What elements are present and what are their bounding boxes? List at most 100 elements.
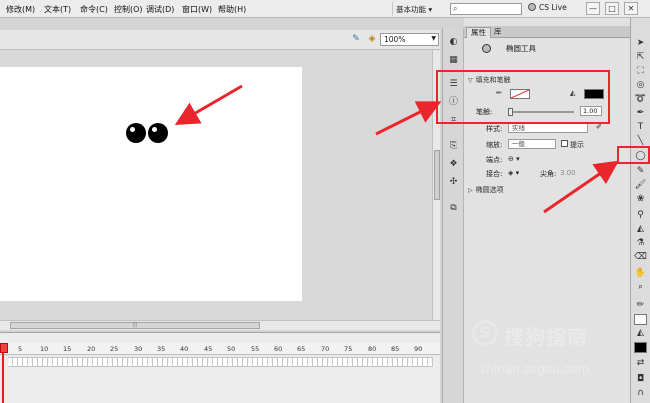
frame-number: 80 xyxy=(368,345,377,353)
fill-color-icon[interactable]: ◭ xyxy=(634,328,647,339)
cs-live-button[interactable]: CS Live xyxy=(528,3,567,12)
object-drawing-icon[interactable]: ◘ xyxy=(634,374,647,385)
maximize-button[interactable]: □ xyxy=(605,2,619,15)
timeline-ruler[interactable]: 1 5 10 15 20 25 30 35 40 45 50 55 60 65 … xyxy=(0,343,440,355)
horizontal-scroll-thumb[interactable]: ||| xyxy=(10,322,260,329)
cap-label: 端点: xyxy=(486,156,503,164)
bone-tool-icon[interactable]: ⚲ xyxy=(634,210,647,221)
frame-number: 25 xyxy=(110,345,119,353)
vertical-scroll-thumb[interactable] xyxy=(434,150,440,200)
free-transform-tool-icon[interactable]: ⛶ xyxy=(634,66,647,77)
tool-name: 椭圆工具 xyxy=(506,44,536,53)
edit-symbol-icon[interactable]: ◈ xyxy=(366,33,378,45)
lasso-tool-icon[interactable]: ➰ xyxy=(634,94,647,105)
frame-number: 45 xyxy=(204,345,213,353)
ellipse-options-section-header[interactable]: ▷ 椭圆选项 xyxy=(464,185,630,195)
edit-scene-icon[interactable]: ✎ xyxy=(350,33,362,45)
frame-number: 65 xyxy=(297,345,306,353)
chevron-down-icon: ▼ xyxy=(431,35,436,42)
tools-panel: ➤ ⇱ ⛶ ◎ ➰ ✒ T ╲ ◯ ✎ 🖌 ❀ ⚲ ◭ ⚗ ⌫ ✋ ⌕ ✏ ◭ … xyxy=(630,18,650,403)
menu-commands[interactable]: 命令(C) xyxy=(80,4,108,15)
search-input[interactable]: ⌕ xyxy=(450,3,522,15)
menu-control[interactable]: 控制(O) xyxy=(114,4,143,15)
right-eye-shape[interactable] xyxy=(148,123,168,143)
zoom-tool-icon[interactable]: ⌕ xyxy=(634,282,647,293)
join-select[interactable]: ◈ ▾ xyxy=(508,169,519,177)
frame-number: 30 xyxy=(134,345,143,353)
scale-select[interactable]: 一般 xyxy=(508,139,556,149)
scale-label: 缩放: xyxy=(486,141,503,149)
ellipse-tool-icon xyxy=(482,44,491,53)
tab-properties[interactable]: 属性 xyxy=(466,27,491,38)
watermark-text: 搜狗指南 xyxy=(504,325,588,349)
swap-colors-icon[interactable]: ⇄ xyxy=(634,358,647,369)
miter-label: 尖角: xyxy=(540,170,557,178)
hand-tool-icon[interactable]: ✋ xyxy=(634,268,647,279)
left-eye-shape[interactable] xyxy=(126,123,146,143)
menu-help[interactable]: 帮助(H) xyxy=(218,4,246,15)
hint-checkbox[interactable] xyxy=(561,140,568,147)
stage-canvas[interactable] xyxy=(0,67,302,301)
menu-modify[interactable]: 修改(M) xyxy=(6,4,35,15)
motion-presets-icon[interactable]: ✣ xyxy=(447,176,460,188)
frame-number: 90 xyxy=(414,345,423,353)
snap-to-objects-icon[interactable]: ∩ xyxy=(634,388,647,399)
horizontal-scrollbar[interactable]: ||| xyxy=(0,320,440,330)
playhead[interactable] xyxy=(0,343,8,403)
cap-select[interactable]: ⊖ ▾ xyxy=(508,155,520,163)
frame-number: 35 xyxy=(157,345,166,353)
panel-tabs: 属性 库 xyxy=(464,26,630,38)
text-tool-icon[interactable]: T xyxy=(634,122,647,133)
menubar: 修改(M) 文本(T) 命令(C) 控制(O) 调试(D) 窗口(W) 帮助(H… xyxy=(0,0,650,18)
frame-number: 50 xyxy=(227,345,236,353)
zoom-value: 100% xyxy=(384,35,406,44)
subselection-tool-icon[interactable]: ⇱ xyxy=(634,52,647,63)
timeline-panel: 1 5 10 15 20 25 30 35 40 45 50 55 60 65 … xyxy=(0,332,440,403)
timeline-frames[interactable] xyxy=(8,357,433,367)
paint-bucket-tool-icon[interactable]: ◭ xyxy=(634,224,647,235)
components-icon[interactable]: ❖ xyxy=(447,158,460,170)
deco-tool-icon[interactable]: ❀ xyxy=(634,194,647,205)
swatches-panel-icon[interactable]: ▦ xyxy=(447,54,460,66)
frame-number: 70 xyxy=(321,345,330,353)
stroke-color-icon[interactable]: ✏ xyxy=(634,300,647,311)
frame-number: 60 xyxy=(274,345,283,353)
3d-rotation-tool-icon[interactable]: ◎ xyxy=(634,80,647,91)
cs-live-label: CS Live xyxy=(539,3,567,12)
join-label: 接合: xyxy=(486,170,503,178)
pencil-tool-icon[interactable]: ✎ xyxy=(634,166,647,177)
eyedropper-tool-icon[interactable]: ⚗ xyxy=(634,238,647,249)
color-panel-icon[interactable]: ◐ xyxy=(447,36,460,48)
style-label: 样式: xyxy=(486,125,503,133)
selection-tool-icon[interactable]: ➤ xyxy=(634,38,647,49)
edit-bar: ✎ ◈ xyxy=(0,30,440,50)
stroke-color-box[interactable] xyxy=(634,314,647,325)
hint-label: 提示 xyxy=(570,141,584,149)
menu-text[interactable]: 文本(T) xyxy=(44,4,71,15)
zoom-select[interactable]: 100% ▼ xyxy=(380,33,439,46)
miter-value[interactable]: 3.00 xyxy=(560,169,576,177)
annotation-highlight-box xyxy=(436,70,610,124)
menu-window[interactable]: 窗口(W) xyxy=(182,4,212,15)
close-button[interactable]: ✕ xyxy=(624,2,638,15)
annotation-tool-highlight xyxy=(617,146,650,164)
cs-live-icon xyxy=(528,3,536,11)
frame-number: 55 xyxy=(251,345,260,353)
minimize-button[interactable]: — xyxy=(586,2,600,15)
scene-panel-icon[interactable]: ⧉ xyxy=(447,202,460,214)
menu-debug[interactable]: 调试(D) xyxy=(146,4,174,15)
frame-number: 85 xyxy=(391,345,400,353)
frame-number: 75 xyxy=(344,345,353,353)
tab-library[interactable]: 库 xyxy=(490,27,506,38)
sogou-logo-icon: S xyxy=(472,320,498,346)
brush-tool-icon[interactable]: 🖌 xyxy=(634,180,647,191)
style-select[interactable]: 实线 xyxy=(508,123,588,133)
frame-number: 15 xyxy=(63,345,72,353)
eraser-tool-icon[interactable]: ⌫ xyxy=(634,252,647,263)
workspace-switcher[interactable]: 基本功能 ▾ xyxy=(392,2,442,16)
edit-style-icon[interactable]: ✐ xyxy=(596,123,602,131)
code-snippets-icon[interactable]: ⎘ xyxy=(447,140,460,152)
pen-tool-icon[interactable]: ✒ xyxy=(634,108,647,119)
fill-color-box[interactable] xyxy=(634,342,647,353)
frame-number: 5 xyxy=(18,345,23,353)
